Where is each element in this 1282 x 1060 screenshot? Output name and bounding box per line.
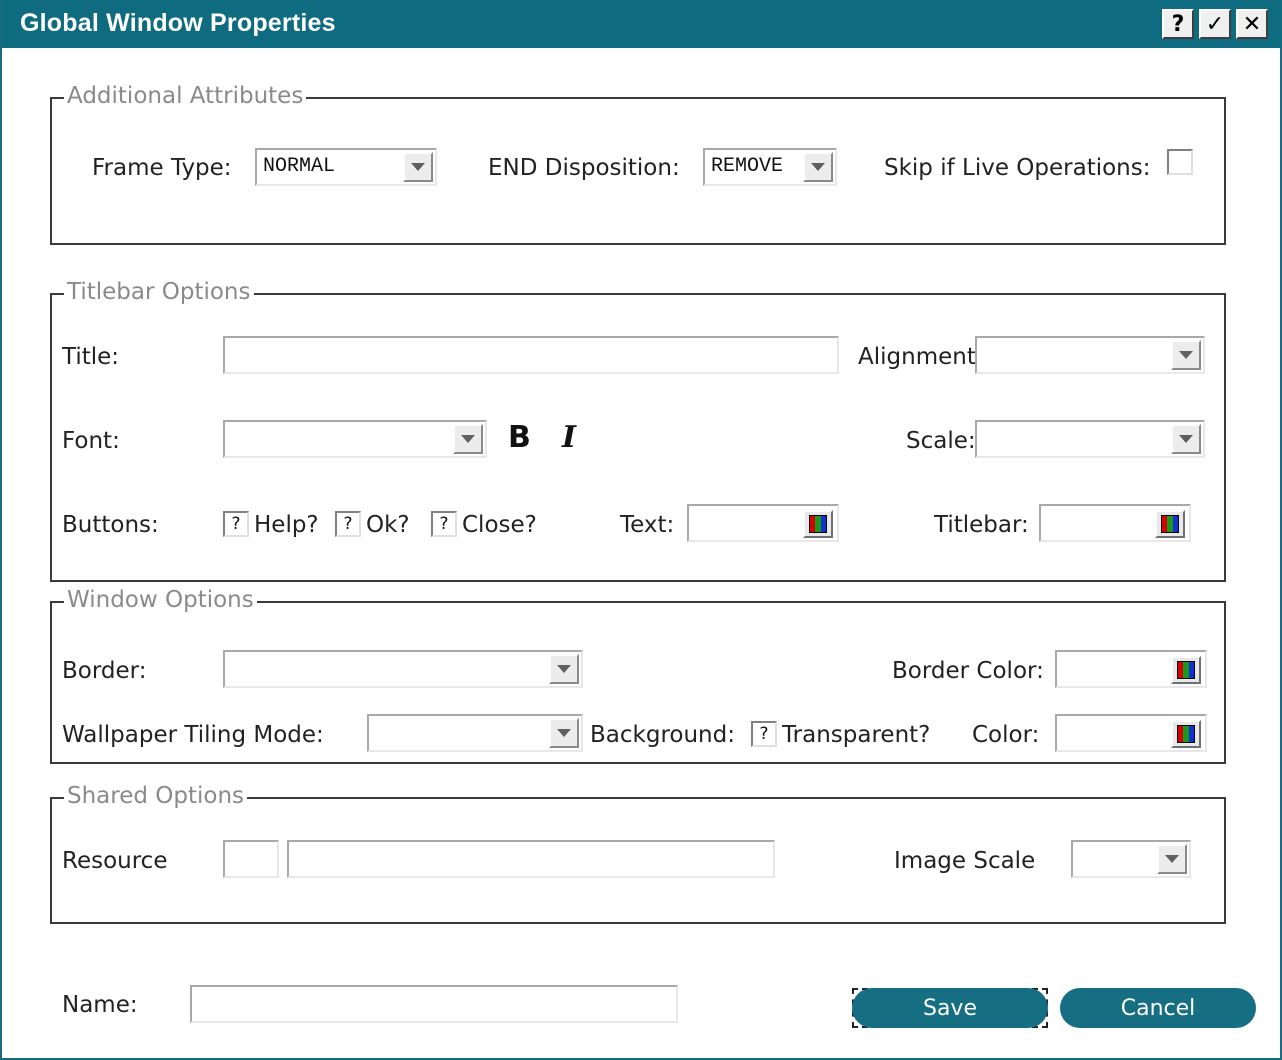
resource-type-input[interactable] xyxy=(223,840,279,878)
chevron-down-icon[interactable] xyxy=(549,654,579,684)
chevron-down-icon[interactable] xyxy=(803,152,833,182)
border-color-picker[interactable] xyxy=(1055,650,1207,688)
additional-attributes-group: Additional Attributes Frame Type: NORMAL… xyxy=(50,83,1226,245)
background-color-label: Color: xyxy=(972,722,1040,748)
scale-label: Scale: xyxy=(906,428,976,454)
shared-options-legend: Shared Options xyxy=(64,783,248,809)
help-checkbox-label: Help? xyxy=(254,512,319,538)
chevron-down-icon[interactable] xyxy=(549,718,579,748)
window-options-group: Window Options Border: Border Color: Wal… xyxy=(50,587,1226,764)
wallpaper-tiling-mode-label: Wallpaper Tiling Mode: xyxy=(62,722,324,748)
italic-icon[interactable]: I xyxy=(562,420,576,455)
font-label: Font: xyxy=(62,428,120,454)
titlebar-color-picker[interactable] xyxy=(1039,504,1191,542)
image-scale-label: Image Scale xyxy=(894,848,1036,874)
frame-type-label: Frame Type: xyxy=(92,155,232,181)
transparent-checkbox-label: Transparent? xyxy=(782,722,931,748)
ok-check-icon[interactable]: ✓ xyxy=(1199,9,1231,39)
additional-attributes-legend: Additional Attributes xyxy=(64,83,307,109)
close-icon[interactable]: ✕ xyxy=(1236,9,1268,39)
skip-live-operations-label: Skip if Live Operations: xyxy=(884,155,1151,181)
skip-live-operations-checkbox[interactable] xyxy=(1167,149,1193,175)
help-icon[interactable]: ? xyxy=(1162,9,1194,39)
help-checkbox[interactable]: ? xyxy=(223,511,249,537)
chevron-down-icon[interactable] xyxy=(453,424,483,454)
titlebar: Global Window Properties ? ✓ ✕ xyxy=(2,0,1282,48)
global-window-properties-dialog: Global Window Properties ? ✓ ✕ Additiona… xyxy=(0,0,1282,1060)
name-input[interactable] xyxy=(190,985,678,1023)
chevron-down-icon[interactable] xyxy=(1157,844,1187,874)
image-scale-select[interactable] xyxy=(1071,840,1191,878)
frame-type-select[interactable]: NORMAL xyxy=(255,148,437,186)
titlebar-color-label: Titlebar: xyxy=(934,512,1029,538)
title-label: Title: xyxy=(62,344,120,370)
save-button[interactable]: Save xyxy=(852,988,1048,1028)
transparent-checkbox[interactable]: ? xyxy=(751,721,777,747)
cancel-button[interactable]: Cancel xyxy=(1060,988,1256,1028)
shared-options-group: Shared Options Resource Image Scale xyxy=(50,783,1226,924)
window-options-legend: Window Options xyxy=(64,587,257,613)
title-input[interactable] xyxy=(223,336,839,374)
resource-label: Resource xyxy=(62,848,168,874)
border-select[interactable] xyxy=(223,650,583,688)
text-color-label: Text: xyxy=(620,512,675,538)
border-label: Border: xyxy=(62,658,147,684)
titlebar-options-legend: Titlebar Options xyxy=(64,279,254,305)
color-palette-icon[interactable] xyxy=(1171,656,1201,684)
font-select[interactable] xyxy=(223,420,487,458)
chevron-down-icon[interactable] xyxy=(403,152,433,182)
color-palette-icon[interactable] xyxy=(1155,510,1185,538)
end-disposition-select[interactable]: REMOVE xyxy=(703,148,837,186)
end-disposition-value: REMOVE xyxy=(711,155,784,178)
color-palette-icon[interactable] xyxy=(1171,720,1201,748)
alignment-select[interactable] xyxy=(975,336,1205,374)
wallpaper-tiling-mode-select[interactable] xyxy=(367,714,583,752)
chevron-down-icon[interactable] xyxy=(1171,340,1201,370)
border-color-label: Border Color: xyxy=(892,658,1044,684)
buttons-label: Buttons: xyxy=(62,512,159,538)
window-title: Global Window Properties xyxy=(20,9,336,37)
ok-checkbox[interactable]: ? xyxy=(335,511,361,537)
color-palette-icon[interactable] xyxy=(803,510,833,538)
alignment-label: Alignment: xyxy=(858,344,984,370)
frame-type-value: NORMAL xyxy=(263,155,336,178)
bold-icon[interactable]: B xyxy=(508,420,531,455)
close-checkbox[interactable]: ? xyxy=(431,511,457,537)
name-label: Name: xyxy=(62,992,138,1018)
resource-input[interactable] xyxy=(287,840,775,878)
scale-select[interactable] xyxy=(975,420,1205,458)
close-checkbox-label: Close? xyxy=(462,512,537,538)
titlebar-options-group: Titlebar Options Title: Alignment: Font:… xyxy=(50,279,1226,582)
background-label: Background: xyxy=(590,722,735,748)
text-color-picker[interactable] xyxy=(687,504,839,542)
ok-checkbox-label: Ok? xyxy=(366,512,410,538)
background-color-picker[interactable] xyxy=(1055,714,1207,752)
chevron-down-icon[interactable] xyxy=(1171,424,1201,454)
end-disposition-label: END Disposition: xyxy=(488,155,680,181)
